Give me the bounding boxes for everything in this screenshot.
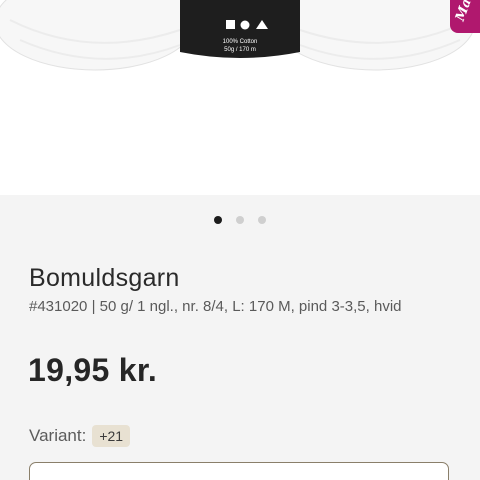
care-icon-2 xyxy=(240,20,250,30)
product-page: 100% Cotton 50g / 170 m Ma Bomuldsgarn #… xyxy=(0,0,480,480)
label-text-line2: 50g / 170 m xyxy=(224,47,256,53)
brand-logo-text: Ma xyxy=(452,0,475,24)
product-title: Bomuldsgarn xyxy=(29,264,180,292)
carousel-dot-1[interactable] xyxy=(214,216,222,224)
carousel-dot-3[interactable] xyxy=(258,216,266,224)
variant-count-badge[interactable]: +21 xyxy=(92,425,131,447)
care-icon-1 xyxy=(226,20,235,29)
product-specs: #431020 | 50 g/ 1 ngl., nr. 8/4, L: 170 … xyxy=(29,298,402,315)
product-price: 19,95 kr. xyxy=(28,352,158,388)
label-text-line1: 100% Cotton xyxy=(223,39,258,45)
carousel-dot-2[interactable] xyxy=(236,216,244,224)
variant-label: Variant: xyxy=(29,426,87,445)
variant-select[interactable] xyxy=(29,462,449,480)
variant-row: Variant: +21 xyxy=(29,425,131,447)
carousel-indicator xyxy=(0,216,480,226)
brand-logo-tab: Ma xyxy=(450,0,480,33)
product-image[interactable]: 100% Cotton 50g / 170 m Ma xyxy=(0,0,480,195)
yarn-ball-image: 100% Cotton 50g / 170 m xyxy=(0,0,476,71)
